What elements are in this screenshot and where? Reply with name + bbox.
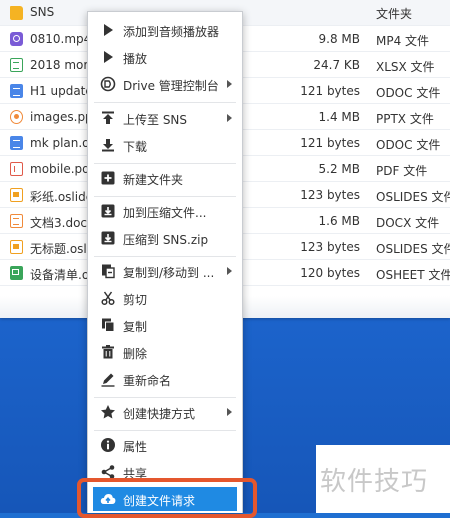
- menu-item-label: 剪切: [123, 293, 148, 307]
- file-size: 121 bytes: [300, 136, 360, 150]
- menu-item-label: 下载: [123, 140, 148, 154]
- menu-item-label: 加到压缩文件...: [123, 206, 207, 220]
- file-name: mobile.pd: [30, 162, 90, 176]
- menu-item-label: 压缩到 SNS.zip: [123, 233, 209, 247]
- download-icon: [102, 139, 114, 152]
- menu-divider: [94, 163, 236, 164]
- menu-item-compress-zip[interactable]: 压缩到 SNS.zip: [88, 226, 242, 250]
- folder-icon: [10, 6, 23, 20]
- menu-item-label: 复制到/移动到 ...: [123, 266, 215, 280]
- upload-icon: [102, 111, 114, 124]
- menu-divider: [94, 430, 236, 431]
- document-file-icon: [10, 84, 23, 98]
- highlight-annotation: [77, 478, 257, 518]
- menu-item-upload[interactable]: 上传至 SNS: [88, 106, 242, 130]
- file-name: 2018 mor: [30, 58, 89, 72]
- file-type: OSLIDES 文件: [376, 190, 450, 204]
- menu-item-add-to-audio-player[interactable]: 添加到音频播放器: [88, 18, 242, 42]
- menu-item-new-folder[interactable]: 新建文件夹: [88, 166, 242, 190]
- play-icon: [104, 24, 113, 36]
- sheet-file-icon: [10, 266, 23, 280]
- menu-item-create-shortcut[interactable]: 创建快捷方式: [88, 400, 242, 424]
- menu-item-copy-move[interactable]: 复制到/移动到 ...: [88, 259, 242, 283]
- menu-item-copy[interactable]: 复制: [88, 313, 242, 337]
- copy-move-icon: [102, 264, 115, 279]
- menu-item-label: 重新命名: [123, 374, 172, 388]
- menu-item-label: 播放: [123, 52, 148, 66]
- menu-divider: [94, 196, 236, 197]
- file-size: 1.4 MB: [318, 110, 360, 124]
- file-type: XLSX 文件: [376, 60, 435, 74]
- menu-item-play[interactable]: 播放: [88, 45, 242, 69]
- slides-file-icon: [10, 240, 23, 254]
- menu-divider: [94, 256, 236, 257]
- file-name: SNS: [30, 5, 55, 19]
- menu-item-label: 创建快捷方式: [123, 407, 196, 421]
- pencil-icon: [101, 373, 115, 387]
- video-file-icon: [10, 32, 23, 46]
- document-file-icon: [10, 136, 23, 150]
- file-type: DOCX 文件: [376, 216, 440, 230]
- compress-icon: [101, 231, 115, 245]
- menu-item-label: 上传至 SNS: [123, 113, 188, 127]
- menu-item-delete[interactable]: 删除: [88, 340, 242, 364]
- pdf-file-icon: [10, 162, 23, 176]
- file-type: ODOC 文件: [376, 86, 441, 100]
- submenu-arrow-icon: [227, 80, 232, 88]
- menu-item-label: 新建文件夹: [123, 173, 184, 187]
- slides-file-icon: [10, 188, 23, 202]
- menu-item-label: 删除: [123, 347, 148, 361]
- menu-item-rename[interactable]: 重新命名: [88, 367, 242, 391]
- file-type: OSHEET 文件: [376, 268, 450, 282]
- menu-item-properties[interactable]: 属性: [88, 433, 242, 457]
- submenu-arrow-icon: [227, 408, 232, 416]
- file-name: 0810.mp4: [30, 32, 90, 46]
- menu-item-label: Drive 管理控制台: [123, 79, 219, 93]
- context-menu: 添加到音频播放器 播放 Drive 管理控制台 上传至 SNS 下载 新建文件夹…: [87, 11, 243, 513]
- info-icon: [101, 438, 115, 452]
- trash-icon: [102, 345, 114, 359]
- drive-icon: [100, 76, 116, 92]
- file-type: ODOC 文件: [376, 138, 441, 152]
- file-type: PDF 文件: [376, 164, 428, 178]
- file-type: PPTX 文件: [376, 112, 434, 126]
- file-name: images.pp: [30, 110, 90, 124]
- scissors-icon: [101, 291, 115, 306]
- menu-item-download[interactable]: 下载: [88, 133, 242, 157]
- file-size: 120 bytes: [300, 266, 360, 280]
- star-icon: [101, 405, 115, 419]
- copy-icon: [102, 318, 115, 332]
- file-name: mk plan.o: [30, 136, 90, 150]
- menu-item-label: 复制: [123, 320, 148, 334]
- menu-item-cut[interactable]: 剪切: [88, 286, 242, 310]
- menu-item-label: 添加到音频播放器: [123, 25, 220, 39]
- play-icon: [104, 51, 113, 63]
- file-size: 123 bytes: [300, 188, 360, 202]
- watermark-text: 软件技巧: [320, 467, 429, 497]
- submenu-arrow-icon: [227, 114, 232, 122]
- presentation-file-icon: [10, 110, 23, 124]
- file-type: MP4 文件: [376, 34, 430, 48]
- file-type: 文件夹: [376, 7, 413, 21]
- spreadsheet-file-icon: [10, 58, 23, 72]
- submenu-arrow-icon: [227, 267, 232, 275]
- file-size: 24.7 KB: [313, 58, 360, 72]
- file-size: 123 bytes: [300, 240, 360, 254]
- file-size: 121 bytes: [300, 84, 360, 98]
- file-name: H1 update: [30, 84, 90, 98]
- menu-item-label: 属性: [123, 440, 148, 454]
- file-type: OSLIDES 文件: [376, 242, 450, 256]
- menu-divider: [94, 102, 236, 103]
- archive-icon: [101, 204, 115, 218]
- file-size: 1.6 MB: [318, 214, 360, 228]
- menu-item-add-to-archive[interactable]: 加到压缩文件...: [88, 199, 242, 223]
- file-size: 9.8 MB: [318, 32, 360, 46]
- menu-item-drive-console[interactable]: Drive 管理控制台: [88, 72, 242, 96]
- file-size: 5.2 MB: [318, 162, 360, 176]
- menu-divider: [94, 397, 236, 398]
- new-folder-icon: [101, 171, 115, 185]
- word-file-icon: [10, 214, 23, 228]
